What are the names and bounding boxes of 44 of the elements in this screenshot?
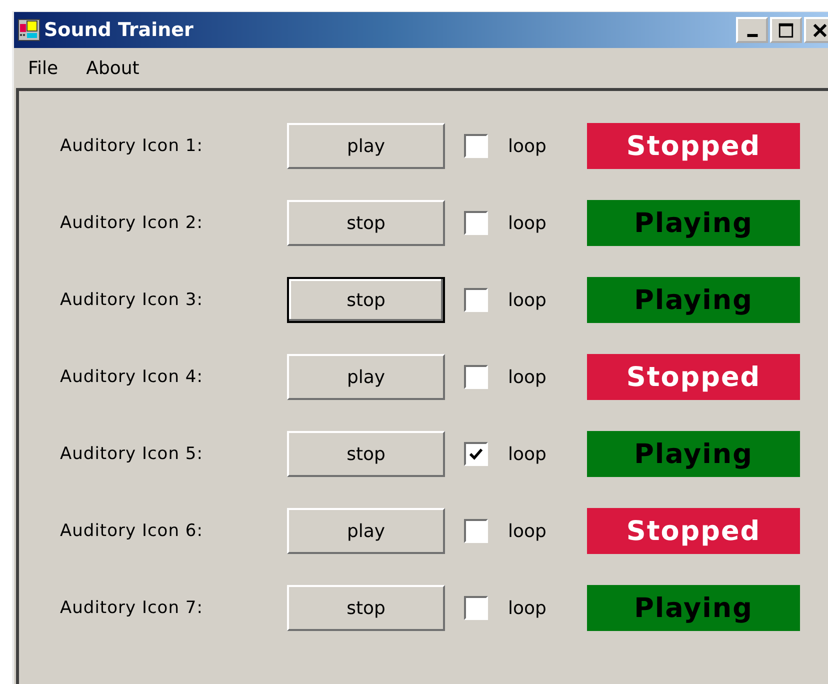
menu-item[interactable]: File bbox=[28, 58, 58, 78]
status-indicator: Playing bbox=[587, 431, 800, 477]
play-stop-button[interactable]: play bbox=[287, 508, 445, 554]
window-title: Sound Trainer bbox=[44, 19, 194, 41]
play-stop-button[interactable]: play bbox=[287, 354, 445, 400]
maximize-icon bbox=[776, 22, 796, 38]
row-label: Auditory Icon 6: bbox=[59, 521, 204, 541]
status-indicator: Playing bbox=[587, 200, 800, 246]
status-indicator: Stopped bbox=[587, 354, 800, 400]
status-indicator: Stopped bbox=[587, 508, 800, 554]
play-stop-button[interactable]: stop bbox=[287, 431, 445, 477]
row-label: Auditory Icon 2: bbox=[59, 213, 204, 233]
row-label: Auditory Icon 1: bbox=[59, 136, 204, 156]
row-label: Auditory Icon 7: bbox=[59, 598, 204, 618]
minimize-icon bbox=[746, 34, 758, 36]
row-label: Auditory Icon 5: bbox=[59, 444, 204, 464]
loop-label: loop bbox=[508, 290, 548, 310]
loop-checkbox[interactable] bbox=[464, 519, 488, 543]
close-button[interactable] bbox=[804, 17, 828, 43]
loop-label: loop bbox=[508, 136, 548, 156]
loop-checkbox[interactable] bbox=[464, 288, 488, 312]
maximize-button[interactable] bbox=[770, 17, 802, 43]
loop-label: loop bbox=[508, 520, 548, 542]
loop-checkbox[interactable] bbox=[464, 134, 488, 158]
loop-checkbox[interactable] bbox=[464, 596, 488, 620]
row-label: Auditory Icon 3: bbox=[59, 290, 204, 310]
loop-label: loop bbox=[508, 444, 548, 464]
loop-checkbox[interactable] bbox=[464, 365, 488, 389]
status-indicator: Playing bbox=[587, 277, 800, 323]
status-indicator: Playing bbox=[587, 585, 800, 631]
play-stop-button[interactable]: stop bbox=[287, 585, 445, 631]
menu-item[interactable]: About bbox=[86, 58, 140, 78]
loop-label: loop bbox=[508, 598, 548, 618]
loop-checkbox[interactable] bbox=[464, 211, 488, 235]
loop-checkbox[interactable] bbox=[464, 442, 488, 466]
play-stop-button[interactable]: stop bbox=[287, 277, 445, 323]
row-label: Auditory Icon 4: bbox=[59, 367, 204, 387]
app-icon bbox=[18, 19, 40, 41]
loop-label: loop bbox=[508, 212, 548, 234]
status-indicator: Stopped bbox=[587, 123, 800, 169]
loop-label: loop bbox=[508, 366, 548, 388]
play-stop-button[interactable]: stop bbox=[287, 200, 445, 246]
minimize-button[interactable] bbox=[736, 17, 768, 43]
play-stop-button[interactable]: play bbox=[287, 123, 445, 169]
